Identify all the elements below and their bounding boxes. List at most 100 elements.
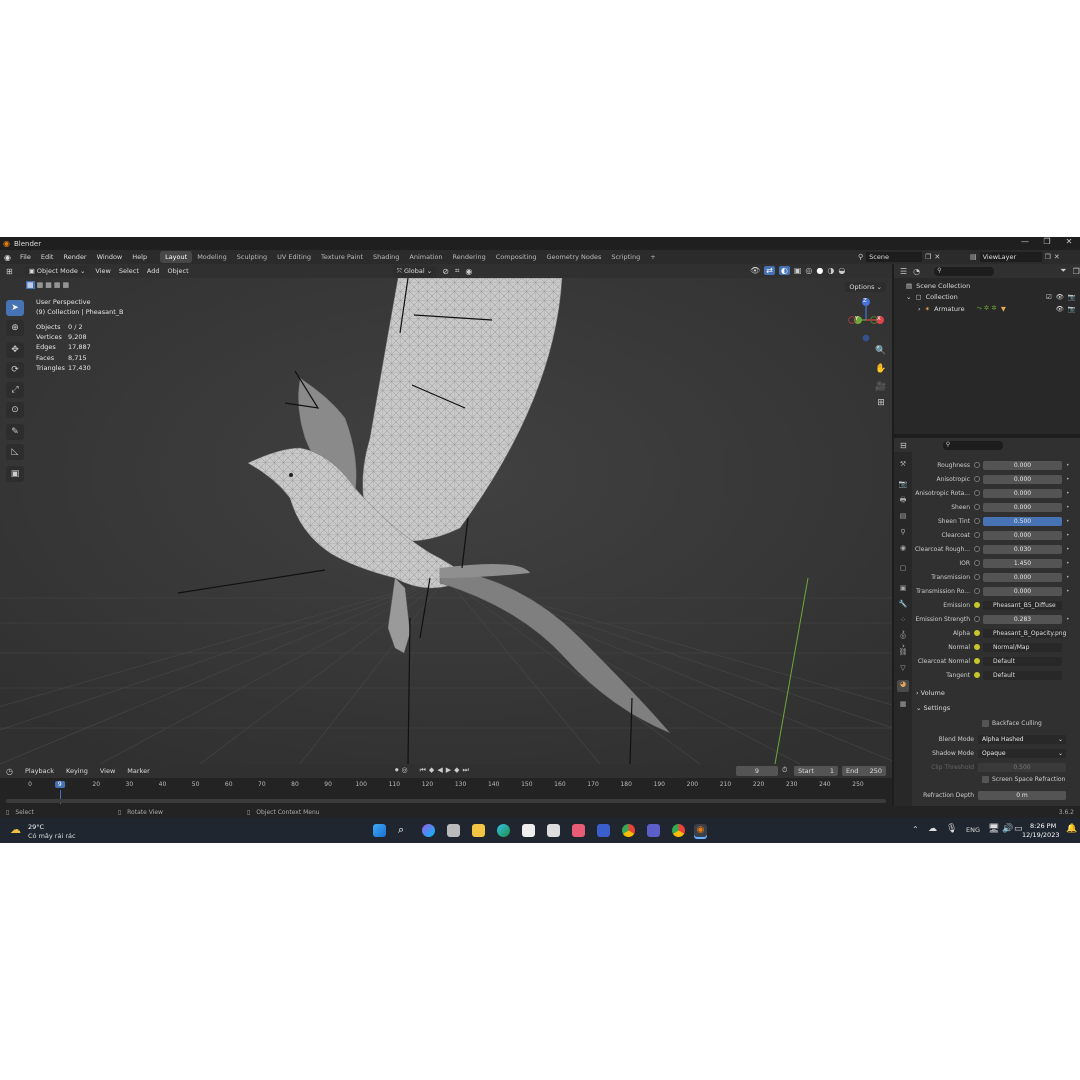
prev-keyframe-icon[interactable]: ◆ [429,766,434,775]
tray-chevron-icon[interactable]: ⌃ [912,825,919,834]
timeline-scrollbar[interactable] [6,799,886,803]
menu-render[interactable]: Render [58,253,91,261]
socket-icon[interactable] [974,672,980,678]
photos-icon[interactable] [522,824,535,837]
xray-icon[interactable]: ▣ [794,266,802,275]
timeline-menu-marker[interactable]: Marker [127,767,149,775]
socket-icon[interactable] [974,546,980,552]
render-camera-icon[interactable]: 📷 [1068,305,1076,313]
expand-icon[interactable]: ⌄ [906,293,911,301]
pivot-icon[interactable]: ⊘ [442,267,449,276]
navigation-gizmo[interactable]: Z X Y [844,296,888,344]
new-view-layer-icon[interactable]: ❐ [1045,253,1051,261]
minimize-button[interactable]: — [1014,237,1036,246]
weather-icon[interactable]: ☁ [10,823,21,836]
blender-menu-icon[interactable]: ◉ [0,253,15,262]
output-tab-icon[interactable]: 🖶 [897,496,909,508]
socket-icon[interactable] [974,658,980,664]
property-value-field[interactable]: 0.283 [983,614,1062,624]
expand-input-icon[interactable]: › [902,600,905,608]
editor-type-icon[interactable]: ⊞ [6,267,13,276]
property-value-field[interactable]: 0.030 [983,544,1062,554]
start-frame-field[interactable]: Start 1 [794,766,838,776]
material-tab-icon[interactable]: ◕ [897,680,909,692]
keyframe-dot-icon[interactable]: • [1066,560,1070,567]
proportional-icon[interactable]: ◉ [465,267,472,276]
socket-icon[interactable] [974,644,980,650]
tab-scripting[interactable]: Scripting [606,251,645,263]
onedrive-icon[interactable]: ☁ [928,824,937,834]
socket-icon[interactable] [974,462,980,468]
menu-file[interactable]: File [15,253,36,261]
refraction-depth-field[interactable]: 0 m [978,790,1066,800]
gizmo-toggle-icon[interactable]: ⇄ [764,266,775,275]
viewport-menu-add[interactable]: Add [147,267,160,275]
measure-tool-icon[interactable]: ◺ [6,444,24,460]
view-layer-name[interactable]: ViewLayer [979,252,1042,262]
socket-icon[interactable] [974,616,980,622]
property-value-field[interactable]: Normal/Map [983,642,1062,652]
volume-icon[interactable]: 🔊 [1002,824,1013,834]
socket-icon[interactable] [974,490,980,496]
socket-icon[interactable] [974,504,980,510]
outliner-item[interactable]: ▤ Scene Collection [906,282,970,290]
windows-start-icon[interactable] [373,824,386,837]
select-extend-icon[interactable]: ▦ [37,281,44,289]
render-tab-icon[interactable]: 📷 [897,480,909,492]
keyframe-dot-icon[interactable]: • [1066,476,1070,483]
tool-tab-icon[interactable]: ⚒ [897,460,909,472]
outliner-item[interactable]: › ✶ Armature ⤳ ✲ ✲ ▼ 👁 📷 [918,304,1076,313]
scene-icon[interactable]: ⚲ [858,253,863,261]
socket-icon[interactable] [974,476,980,482]
socket-icon[interactable] [974,574,980,580]
transform-tool-icon[interactable]: ⊙ [6,402,24,418]
clock-time[interactable]: 8:26 PM [1030,822,1056,830]
property-value-field[interactable]: 0.500 [983,516,1062,526]
tab-rendering[interactable]: Rendering [448,251,491,263]
keyframe-dot-icon[interactable]: • [1066,546,1070,553]
camera-view-icon[interactable]: 🎥 [874,382,888,396]
tab-modeling[interactable]: Modeling [192,251,232,263]
section-volume[interactable]: › Volume [916,689,945,697]
render-camera-icon[interactable]: 📷 [1068,293,1076,301]
collection-tab-icon[interactable]: ▢ [897,564,909,576]
teams-icon[interactable] [647,824,660,837]
edge-icon[interactable] [497,824,510,837]
shading-material-icon[interactable]: ◑ [827,266,834,275]
apps-icon[interactable] [572,824,585,837]
timeline-ruler[interactable]: 0 9 20 30 40 50 60 70 80 90 100 110 120 130 140 150 160 1… [0,778,892,806]
socket-icon[interactable] [974,518,980,524]
scene-tab-icon[interactable]: ⚲ [897,528,909,540]
tab-layout[interactable]: Layout [160,251,193,263]
properties-search-input[interactable]: ⚲ [942,440,1003,450]
section-settings[interactable]: ⌄ Settings [916,704,950,712]
object-tab-icon[interactable]: ▣ [897,584,909,596]
record-icon[interactable]: ⏺ [395,766,399,775]
view-layer-tab-icon[interactable]: ▤ [897,512,909,524]
timeline-menu-playback[interactable]: Playback [25,767,54,775]
add-workspace-icon[interactable]: + [645,251,660,263]
socket-icon[interactable] [974,560,980,566]
keyframe-dot-icon[interactable]: • [1066,616,1070,623]
socket-icon[interactable] [974,602,980,608]
keyframe-dot-icon[interactable]: • [1066,490,1070,497]
new-collection-icon[interactable]: ❐ [1073,267,1080,276]
keyframe-dot-icon[interactable]: • [1066,588,1070,595]
shadow-mode-dropdown[interactable]: Opaque ⌄ [978,748,1066,758]
shading-rendered-icon[interactable]: ◒ [838,266,845,275]
tab-uv-editing[interactable]: UV Editing [272,251,316,263]
overlay-toggle-icon[interactable]: ◐ [778,266,790,275]
end-frame-field[interactable]: End 250 [842,766,886,776]
keyframe-dot-icon[interactable]: • [1066,518,1070,525]
snap-icon[interactable]: ⌗ [455,266,460,276]
keyframe-dot-icon[interactable]: • [1066,504,1070,511]
property-value-field[interactable]: Default [983,656,1062,666]
delete-scene-icon[interactable]: ✕ [934,253,940,261]
chrome-icon[interactable] [622,824,635,837]
particles-tab-icon[interactable]: ⁘ [897,616,909,628]
expand-input-icon[interactable]: › [902,628,905,636]
property-value-field[interactable]: 1.450 [983,558,1062,568]
outliner-search-input[interactable]: ⚲ [934,266,995,276]
office-icon[interactable] [597,824,610,837]
menu-window[interactable]: Window [92,253,128,261]
